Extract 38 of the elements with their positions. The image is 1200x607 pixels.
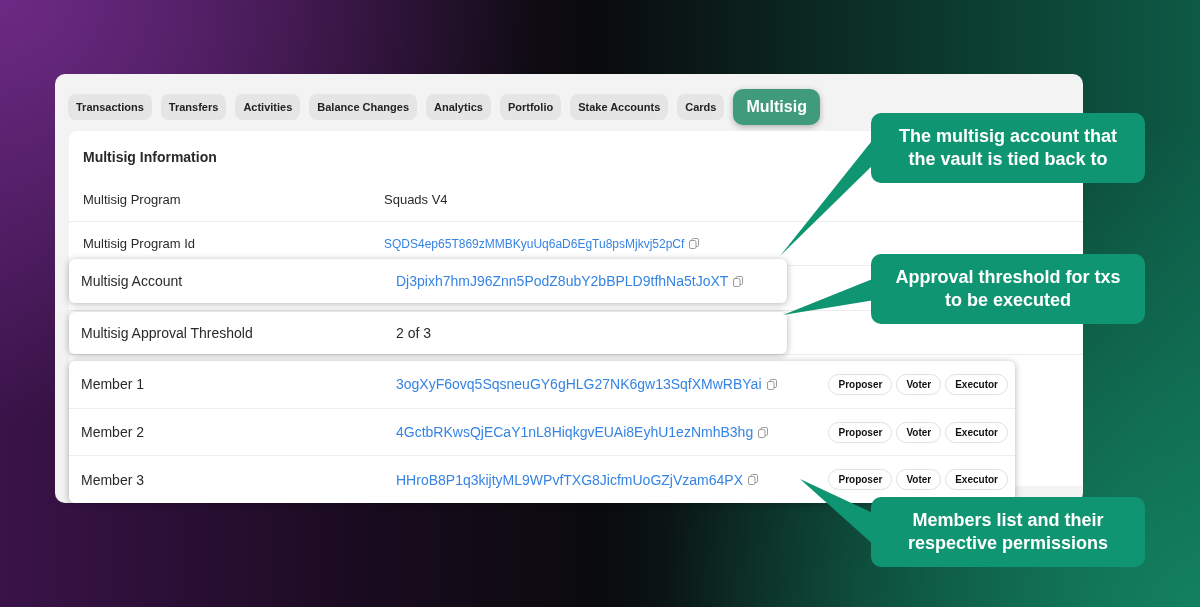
field-label: Multisig Account <box>81 273 183 289</box>
copy-icon[interactable] <box>748 474 758 486</box>
tab[interactable]: Transfers <box>160 94 227 120</box>
callout: The multisig account that the vault is tied back to <box>871 113 1145 183</box>
tab[interactable]: Balance Changes <box>309 94 417 120</box>
copy-icon[interactable] <box>689 238 700 249</box>
field-label: Multisig Approval Threshold <box>81 325 253 341</box>
address-link[interactable]: HHroB8P1q3kijtyML9WPvfTXG8JicfmUoGZjVzam64PX <box>396 471 743 488</box>
role-tag: Proposer <box>828 421 893 443</box>
role-tag: Proposer <box>828 469 893 491</box>
tab[interactable]: Activities <box>235 94 301 120</box>
role-tag: Executor <box>945 421 1008 443</box>
tab[interactable]: Portfolio <box>499 94 562 120</box>
copy-icon[interactable] <box>733 275 744 287</box>
field-label: Multisig Program Id <box>83 236 195 251</box>
role-tag: Voter <box>896 421 942 443</box>
role-tag: Executor <box>945 373 1008 395</box>
address-link[interactable]: 4GctbRKwsQjECaY1nL8HiqkgvEUAi8EyhU1ezNmhB3hg <box>396 424 754 440</box>
copy-icon[interactable] <box>766 378 777 390</box>
tab[interactable]: Transactions <box>68 94 152 120</box>
role-tag: Voter <box>896 373 942 395</box>
address-link[interactable]: SQDS4ep65T869zMMBKyuUq6aD6EgTu8psMjkvj52pCf <box>384 236 685 251</box>
field-label: Multisig Program <box>83 192 181 207</box>
field-value: 2 of 3 <box>396 325 432 341</box>
tab[interactable]: Stake Accounts <box>570 94 669 120</box>
tab[interactable]: Analytics <box>426 94 491 120</box>
section-title: Multisig Information <box>83 149 217 165</box>
address-link[interactable]: Dj3pixh7hmJ96Znn5PodZ8ubY2bBPLD9tfhNa5tJoXT <box>396 273 729 289</box>
member-label: Member 2 <box>81 424 145 440</box>
role-tag: Proposer <box>828 373 893 395</box>
field-value: Squads V4 <box>384 192 448 207</box>
member-label: Member 3 <box>81 471 145 488</box>
address-link[interactable]: 3ogXyF6ovq5SqsneuGY6gHLG27NK6gw13SqfXMwRBYai <box>396 376 762 393</box>
role-tag: Voter <box>896 469 942 491</box>
tab[interactable]: Cards <box>677 94 725 120</box>
role-tag: Executor <box>945 469 1008 491</box>
member-label: Member 1 <box>81 376 145 393</box>
copy-icon[interactable] <box>758 426 769 438</box>
